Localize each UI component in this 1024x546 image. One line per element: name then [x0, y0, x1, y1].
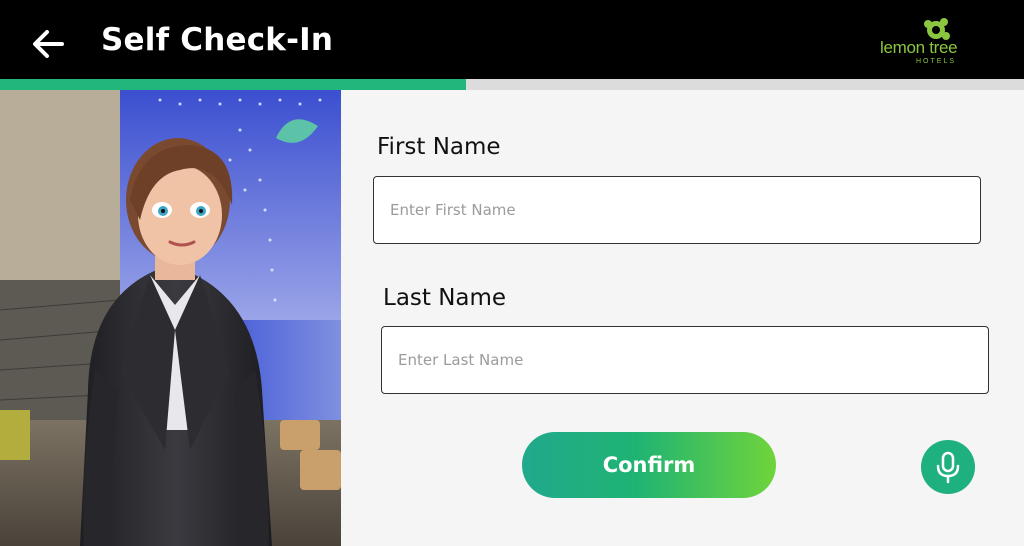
app-header: Self Check-In lemon tree HOTELS [0, 0, 1024, 80]
logo-text: lemon tree [880, 38, 958, 57]
page-title: Self Check-In [101, 22, 334, 58]
progress-bar [0, 79, 1024, 90]
arrow-left-icon [33, 30, 64, 58]
last-name-input[interactable] [381, 326, 989, 394]
last-name-label: Last Name [383, 285, 507, 311]
microphone-button[interactable] [921, 440, 975, 494]
microphone-icon [936, 451, 960, 484]
confirm-button[interactable]: Confirm [522, 432, 776, 498]
hotel-lobby-illustration [0, 90, 341, 546]
check-in-form: First Name Last Name Confirm [341, 90, 1024, 546]
logo-subtext: HOTELS [916, 58, 957, 65]
first-name-input[interactable] [373, 176, 981, 244]
back-button[interactable] [28, 24, 68, 64]
lemon-tree-logo: lemon tree HOTELS [874, 16, 974, 72]
progress-fill [0, 79, 466, 90]
first-name-label: First Name [377, 134, 501, 160]
avatar-scene [0, 90, 341, 546]
